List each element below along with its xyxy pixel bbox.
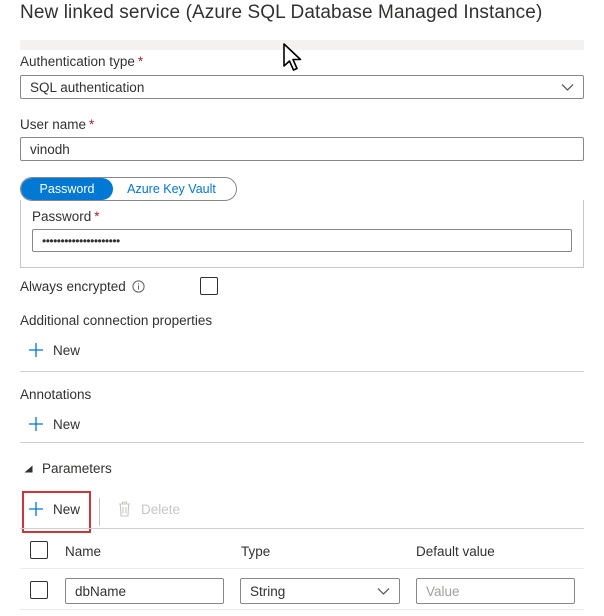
plus-icon [28, 342, 44, 358]
param-default-placeholder: Value [426, 583, 460, 599]
annotations-label: Annotations [20, 387, 92, 402]
password-value: ••••••••••••••••••••• [42, 233, 120, 248]
always-encrypted-text: Always encrypted [20, 279, 126, 294]
toolbar-separator [99, 498, 100, 526]
tab-password[interactable]: Password [21, 178, 113, 200]
password-label-text: Password [32, 209, 92, 224]
add-connection-prop-label: New [53, 342, 81, 358]
divider [20, 609, 584, 610]
connection-props-label: Additional connection properties [20, 313, 213, 328]
delete-parameter-label: Delete [141, 501, 181, 517]
trash-icon [118, 501, 131, 517]
param-name-input[interactable]: dbName [65, 578, 224, 604]
required-mark: * [94, 209, 100, 224]
plus-icon [28, 416, 44, 432]
always-encrypted-label: Always encrypted [20, 279, 145, 294]
username-input[interactable]: vinodh [20, 137, 584, 161]
password-label: Password * [32, 209, 100, 224]
param-default-value-input[interactable]: Value [416, 578, 575, 604]
required-mark: * [89, 117, 95, 132]
dialog-title: New linked service (Azure SQL Database M… [20, 2, 543, 23]
collapse-triangle-icon [24, 465, 33, 473]
add-annotation-label: New [53, 416, 81, 432]
chevron-down-icon [561, 80, 574, 95]
add-connection-prop-button[interactable]: New [28, 342, 80, 358]
add-annotation-button[interactable]: New [28, 416, 80, 432]
auth-type-label-text: Authentication type [20, 54, 135, 69]
column-header-type: Type [241, 544, 271, 559]
param-type-select[interactable]: String [240, 578, 400, 604]
delete-parameter-button[interactable]: Delete [118, 501, 180, 517]
column-header-default-value: Default value [416, 544, 495, 559]
auth-type-value: SQL authentication [30, 79, 145, 95]
username-label: User name * [20, 117, 94, 132]
credential-toggle: Password Azure Key Vault [20, 177, 237, 201]
divider [20, 371, 584, 372]
param-type-value: String [250, 583, 286, 599]
select-all-checkbox[interactable] [30, 541, 48, 559]
username-label-text: User name [20, 117, 87, 132]
auth-type-label: Authentication type * [20, 54, 143, 69]
password-input[interactable]: ••••••••••••••••••••• [32, 229, 572, 252]
required-mark: * [137, 54, 144, 69]
row-checkbox[interactable] [30, 581, 48, 599]
always-encrypted-checkbox[interactable] [200, 277, 218, 295]
divider [20, 442, 584, 443]
highlight-box [22, 491, 91, 533]
parameters-label: Parameters [42, 461, 112, 476]
parameters-header[interactable]: Parameters [24, 461, 112, 476]
chevron-down-icon [377, 584, 390, 599]
param-name-value: dbName [75, 583, 127, 599]
info-icon[interactable] [132, 280, 145, 293]
auth-type-select[interactable]: SQL authentication [20, 75, 584, 99]
username-value: vinodh [30, 141, 70, 157]
divider [20, 568, 584, 569]
mouse-cursor-icon [282, 42, 304, 77]
tab-azure-key-vault[interactable]: Azure Key Vault [113, 178, 236, 200]
column-header-name: Name [65, 544, 102, 559]
divider [20, 528, 584, 529]
